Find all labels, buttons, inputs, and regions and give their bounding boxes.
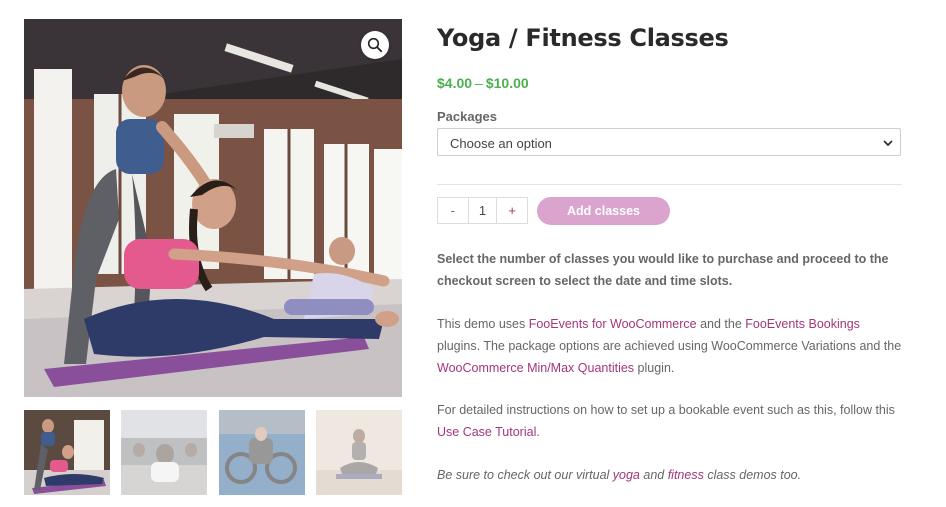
text-segment: .: [536, 425, 540, 439]
price-separator: –: [475, 75, 483, 91]
use-case-tutorial-link[interactable]: Use Case Tutorial: [437, 425, 536, 439]
yoga-demo-link[interactable]: yoga: [613, 468, 640, 482]
packages-label: Packages: [437, 109, 497, 124]
thumbnail-image: [316, 410, 402, 495]
product-title: Yoga / Fitness Classes: [437, 24, 729, 52]
description-plugins: This demo uses FooEvents for WooCommerce…: [437, 313, 903, 379]
magnifier-icon: [367, 37, 383, 53]
quantity-decrease-button[interactable]: -: [438, 198, 468, 223]
thumbnail-3[interactable]: [219, 410, 305, 495]
packages-select-value: Choose an option: [450, 136, 552, 151]
text-segment: For detailed instructions on how to set …: [437, 403, 895, 417]
product-price-range: $4.00– $10.00: [437, 75, 529, 91]
packages-select[interactable]: Choose an option: [437, 128, 901, 156]
quantity-increase-button[interactable]: +: [497, 198, 527, 223]
text-segment: plugins. The package options are achieve…: [437, 339, 902, 353]
yoga-studio-photo: [24, 19, 402, 397]
fitness-demo-link[interactable]: fitness: [668, 468, 704, 482]
description-intro: Select the number of classes you would l…: [437, 252, 889, 288]
add-classes-button[interactable]: Add classes: [537, 197, 670, 225]
description-tutorial: For detailed instructions on how to set …: [437, 399, 903, 443]
text-segment: plugin.: [634, 361, 675, 375]
fooevents-woocommerce-link[interactable]: FooEvents for WooCommerce: [529, 317, 697, 331]
woocommerce-minmax-link[interactable]: WooCommerce Min/Max Quantities: [437, 361, 634, 375]
thumbnail-4[interactable]: [316, 410, 402, 495]
thumbnail-image: [121, 410, 207, 495]
text-segment: class demos too.: [703, 468, 802, 482]
description-demos: Be sure to check out our virtual yoga an…: [437, 464, 903, 486]
price-min: $4.00: [437, 75, 473, 91]
thumbnail-image: [24, 410, 110, 495]
thumbnail-1[interactable]: [24, 410, 110, 495]
product-main-image[interactable]: [24, 19, 402, 397]
price-max: $10.00: [485, 75, 529, 91]
chevron-down-icon: [883, 140, 893, 147]
fooevents-bookings-link[interactable]: FooEvents Bookings: [745, 317, 860, 331]
zoom-button[interactable]: [361, 31, 389, 59]
text-segment: Be sure to check out our virtual: [437, 468, 613, 482]
gallery-thumbnails: [24, 410, 402, 495]
divider: [437, 184, 902, 185]
text-segment: and the: [696, 317, 746, 331]
quantity-stepper: - 1 +: [437, 197, 528, 224]
text-segment: This demo uses: [437, 317, 529, 331]
quantity-input[interactable]: 1: [467, 198, 498, 223]
thumbnail-2[interactable]: [121, 410, 207, 495]
text-segment: and: [639, 468, 668, 482]
thumbnail-image: [219, 410, 305, 495]
